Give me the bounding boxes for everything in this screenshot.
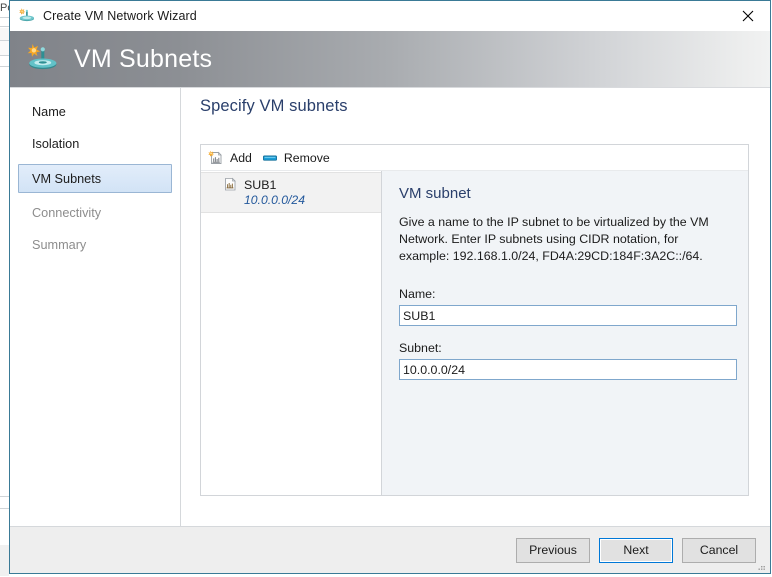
subnet-icon (223, 177, 238, 192)
vm-network-icon (26, 42, 60, 76)
title-bar: Create VM Network Wizard (10, 1, 770, 31)
wizard-steps-sidebar: Name Isolation VM Subnets Connectivity S… (10, 88, 181, 526)
detail-description: Give a name to the IP subnet to be virtu… (399, 215, 709, 263)
vm-network-icon (18, 7, 36, 25)
sidebar-item-vm-subnets[interactable]: VM Subnets (18, 164, 172, 193)
name-input[interactable] (399, 305, 737, 326)
remove-button[interactable]: Remove (259, 147, 337, 168)
detail-heading: VM subnet (399, 185, 471, 202)
previous-button[interactable]: Previous (516, 537, 590, 563)
subnet-detail-pane: VM subnet Give a name to the IP subnet t… (382, 171, 748, 495)
resize-grip-icon[interactable] (755, 559, 767, 571)
name-field-label: Name: (399, 287, 436, 301)
add-subnet-icon (208, 150, 224, 166)
page-title: VM Subnets (74, 44, 213, 73)
sidebar-item-label: Summary (32, 238, 87, 252)
close-icon[interactable] (725, 1, 770, 30)
sidebar-item-isolation[interactable]: Isolation (18, 132, 172, 156)
window-title: Create VM Network Wizard (43, 9, 197, 23)
editor-panes: SUB1 10.0.0.0/24 VM subnet Give a name t… (201, 171, 748, 495)
dialog-body: Name Isolation VM Subnets Connectivity S… (10, 87, 770, 526)
subnet-input[interactable] (399, 359, 737, 380)
cancel-button[interactable]: Cancel (682, 537, 756, 563)
subnet-toolbar: Add Remove (201, 145, 748, 171)
list-item[interactable]: SUB1 10.0.0.0/24 (201, 172, 381, 213)
background-window-text: Po (0, 2, 9, 14)
sidebar-item-label: VM Subnets (32, 171, 102, 186)
subnet-list[interactable]: SUB1 10.0.0.0/24 (201, 171, 382, 495)
add-button-label: Add (230, 150, 252, 165)
sidebar-item-label: Isolation (32, 137, 80, 151)
sidebar-item-label: Connectivity (32, 206, 102, 220)
sidebar-item-label: Name (32, 105, 66, 119)
next-button[interactable]: Next (599, 537, 673, 563)
sidebar-item-connectivity[interactable]: Connectivity (18, 201, 172, 225)
remove-icon (262, 150, 278, 166)
sidebar-item-summary[interactable]: Summary (18, 233, 172, 257)
add-button[interactable]: Add (205, 147, 259, 168)
content-heading: Specify VM subnets (200, 97, 348, 115)
sidebar-item-name[interactable]: Name (18, 100, 172, 124)
remove-button-label: Remove (283, 150, 330, 165)
create-vm-network-wizard-dialog: Create VM Network Wizard VM Subnets Name… (9, 0, 771, 574)
dialog-footer: Previous Next Cancel (10, 526, 770, 573)
subnet-name: SUB1 (244, 177, 277, 192)
wizard-header: VM Subnets (10, 31, 770, 87)
subnet-field-label: Subnet: (399, 341, 442, 355)
content-pane: Specify VM subnets Add Remove SUB1 10.0.… (181, 88, 770, 526)
vm-subnets-editor: Add Remove SUB1 10.0.0.0/24 VM subnet Gi… (200, 144, 749, 496)
subnet-cidr: 10.0.0.0/24 (244, 193, 305, 207)
